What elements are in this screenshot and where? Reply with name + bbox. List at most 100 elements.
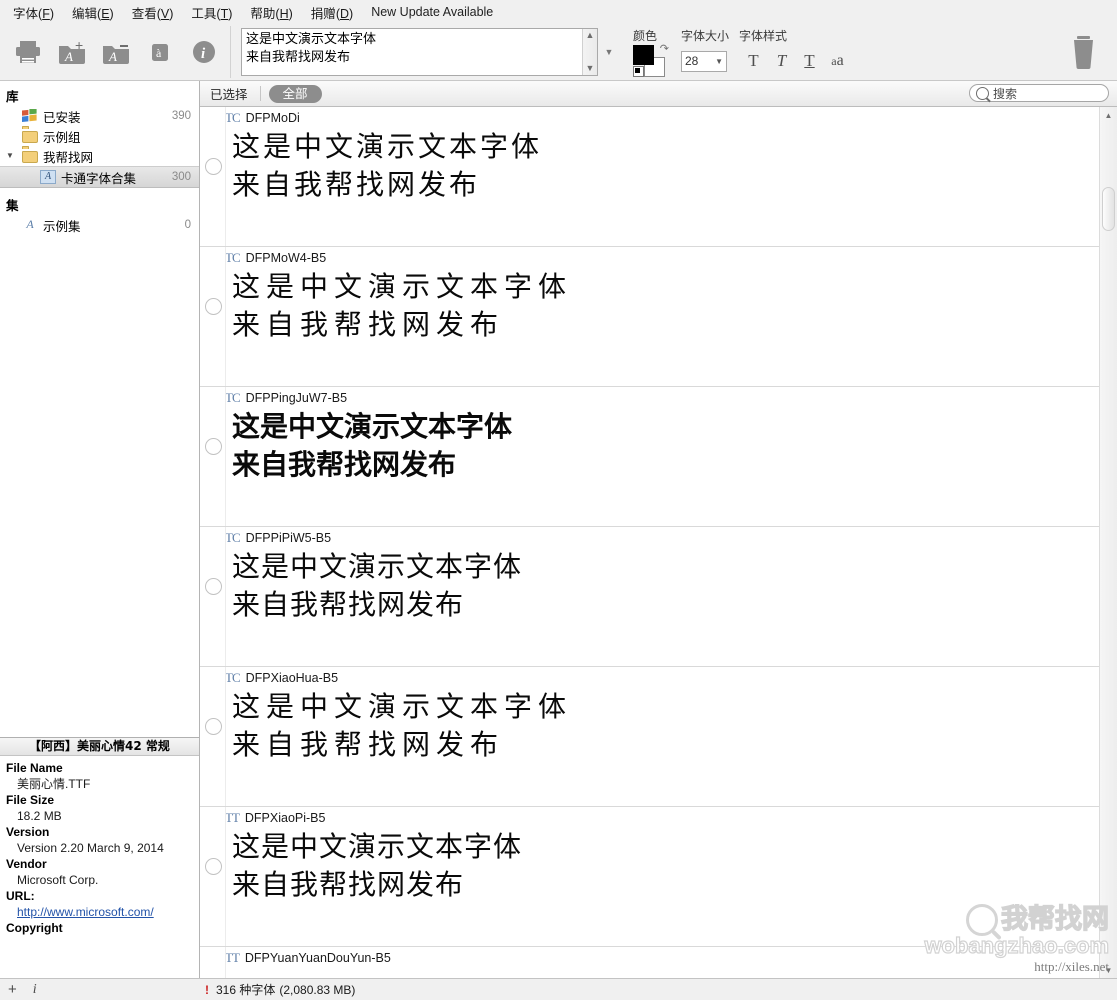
row-gutter xyxy=(200,527,226,666)
row-gutter xyxy=(200,947,226,978)
color-swatch[interactable]: ↷ xyxy=(633,42,669,77)
font-list-pane: 已选择 全部 搜索 TC DFPMoDi 这是中文演示文本字体 来自我帮找网发布… xyxy=(200,81,1117,978)
chevron-down-icon[interactable]: ▼ xyxy=(6,152,16,160)
table-row[interactable]: TC DFPPiPiW5-B5 这是中文演示文本字体 来自我帮找网发布 xyxy=(200,527,1099,667)
add-folder-button[interactable]: A + xyxy=(52,32,92,72)
font-name: DFPMoW4-B5 xyxy=(245,250,327,265)
print-button[interactable] xyxy=(8,32,48,72)
font-name: DFPXiaoHua-B5 xyxy=(245,670,339,685)
sample-text-scrollbar[interactable]: ▲ ▼ xyxy=(582,29,597,75)
menu-donate[interactable]: 捐赠(D) xyxy=(302,0,362,25)
font-count-label: 316 种字体 xyxy=(216,983,276,997)
update-available-notice[interactable]: New Update Available xyxy=(362,2,502,22)
search-input[interactable]: 搜索 xyxy=(969,84,1109,102)
svg-text:A: A xyxy=(108,49,117,64)
row-gutter xyxy=(200,247,226,386)
tab-all[interactable]: 全部 xyxy=(268,84,322,103)
font-button[interactable]: à xyxy=(140,32,180,72)
svg-text:à: à xyxy=(156,46,162,60)
sidebar-item-wobangzhao[interactable]: ▼ 我帮找网 xyxy=(0,146,199,166)
sidebar-item-sample-set[interactable]: A 示例集 0 xyxy=(0,215,199,235)
search-placeholder: 搜索 xyxy=(993,86,1018,101)
font-list-scrollbar[interactable]: ▲ ▼ xyxy=(1099,107,1117,978)
bold-button[interactable]: T xyxy=(745,51,762,71)
font-a-icon: à xyxy=(152,44,168,61)
sidebar-item-label: 示例集 xyxy=(43,219,81,234)
font-manager-window: 字体(F) 编辑(E) 查看(V) 工具(T) 帮助(H) 捐赠(D) New … xyxy=(0,0,1117,1000)
svg-text:A: A xyxy=(64,49,73,64)
truetype-collection-icon: TC xyxy=(225,669,241,685)
folder-remove-icon: A xyxy=(103,45,129,64)
info-icon[interactable]: i xyxy=(33,982,37,997)
tab-selected[interactable]: 已选择 xyxy=(210,84,258,103)
info-value-file-size: 18.2 MB xyxy=(17,809,62,823)
font-preview-text: 这是中文演示文本字体 来自我帮找网发布 xyxy=(232,690,573,761)
library-heading: 库 xyxy=(6,90,19,104)
remove-folder-button[interactable]: A xyxy=(96,32,136,72)
font-preview-text: 这是中文演示文本字体 来自我帮找网发布 xyxy=(232,550,523,621)
row-gutter xyxy=(200,387,226,526)
menu-help[interactable]: 帮助(H) xyxy=(241,0,301,25)
menu-tools[interactable]: 工具(T) xyxy=(182,0,241,25)
add-icon[interactable]: + xyxy=(8,982,17,997)
font-preview-text: 这是中文演示文本字体 来自我帮找网发布 xyxy=(232,830,523,901)
chevron-down-icon: ▼ xyxy=(604,46,614,57)
sidebar-item-label: 示例组 xyxy=(43,130,81,145)
toolbar-icon-group: A + A à i xyxy=(0,32,224,72)
menu-edit-label: 编辑 xyxy=(72,6,98,21)
font-style-label: 字体样式 xyxy=(739,29,788,43)
menu-view[interactable]: 查看(V) xyxy=(123,0,183,25)
scrollbar-thumb[interactable] xyxy=(1102,187,1115,231)
case-button[interactable]: aa xyxy=(829,52,846,70)
underline-button[interactable]: T xyxy=(801,51,818,71)
info-key-copyright: Copyright xyxy=(6,921,63,935)
menu-help-label: 帮助 xyxy=(250,6,276,21)
trash-icon xyxy=(1074,36,1093,69)
font-name: DFPYuanYuanDouYun-B5 xyxy=(244,950,391,965)
default-colors-icon[interactable] xyxy=(633,66,644,77)
font-size-value: 28 xyxy=(685,54,699,68)
sidebar-item-label: 卡通字体合集 xyxy=(61,171,137,186)
truetype-collection-icon: TC xyxy=(225,249,241,265)
scroll-up-icon[interactable]: ▲ xyxy=(1100,107,1117,123)
sample-text-dropdown[interactable]: ▼ xyxy=(601,29,617,75)
info-key-file-name: File Name xyxy=(6,761,63,775)
scroll-up-icon[interactable]: ▲ xyxy=(586,31,595,40)
info-key-version: Version xyxy=(6,825,50,839)
status-bar: + i ! 316 种字体 (2,080.83 MB) xyxy=(0,978,1117,1000)
info-value-url-link[interactable]: http://www.microsoft.com/ xyxy=(17,905,154,919)
scroll-down-icon[interactable]: ▼ xyxy=(1100,962,1117,978)
sidebar-item-installed[interactable]: 已安装 390 xyxy=(0,106,199,126)
scroll-down-icon[interactable]: ▼ xyxy=(586,64,595,73)
italic-button[interactable]: T xyxy=(773,51,790,71)
font-size-select[interactable]: 28 ▼ xyxy=(681,50,727,72)
sample-text-input[interactable]: 这是中文演示文本字体 来自我帮找网发布 ▲ ▼ xyxy=(241,28,598,76)
foreground-color-swatch[interactable] xyxy=(633,45,654,65)
table-row[interactable]: TT DFPYuanYuanDouYun-B5 xyxy=(200,947,1099,978)
table-row[interactable]: TC DFPMoW4-B5 这是中文演示文本字体 来自我帮找网发布 xyxy=(200,247,1099,387)
table-row[interactable]: TT DFPXiaoPi-B5 这是中文演示文本字体 来自我帮找网发布 xyxy=(200,807,1099,947)
info-panel-body: File Name 美丽心情.TTF File Size 18.2 MB Ver… xyxy=(0,756,199,936)
info-icon: i xyxy=(193,41,215,63)
menu-font-mnemonic: F xyxy=(42,6,50,21)
menu-edit-mnemonic: E xyxy=(101,6,110,21)
delete-button[interactable] xyxy=(1067,33,1101,71)
table-row[interactable]: TC DFPPingJuW7-B5 这是中文演示文本字体 来自我帮找网发布 xyxy=(200,387,1099,527)
warning-icon: ! xyxy=(205,982,209,997)
menu-edit[interactable]: 编辑(E) xyxy=(63,0,123,25)
sidebar-item-label: 已安装 xyxy=(43,110,81,125)
menu-donate-label: 捐赠 xyxy=(310,6,336,21)
sidebar-item-sample-group[interactable]: 示例组 xyxy=(0,126,199,146)
info-button[interactable]: i xyxy=(184,32,224,72)
table-row[interactable]: TC DFPMoDi 这是中文演示文本字体 来自我帮找网发布 xyxy=(200,107,1099,247)
color-label: 颜色 xyxy=(633,29,658,43)
swap-colors-icon[interactable]: ↷ xyxy=(660,42,669,55)
menu-font[interactable]: 字体(F) xyxy=(4,0,63,25)
font-preview-text: 这是中文演示文本字体 来自我帮找网发布 xyxy=(232,270,573,341)
sidebar-item-label: 我帮找网 xyxy=(43,150,94,165)
sidebar-item-cartoon-font-collection[interactable]: A 卡通字体合集 300 xyxy=(0,166,199,188)
sidebar: 库 已安装 390 示例组 ▼ 我帮找网 A 卡通字体合集 300 集 A 示例… xyxy=(0,81,200,978)
font-list-scroll: TC DFPMoDi 这是中文演示文本字体 来自我帮找网发布 TC DFPMoW… xyxy=(200,107,1099,978)
table-row[interactable]: TC DFPXiaoHua-B5 这是中文演示文本字体 来自我帮找网发布 xyxy=(200,667,1099,807)
font-list-toolbar: 已选择 全部 搜索 xyxy=(200,81,1117,107)
